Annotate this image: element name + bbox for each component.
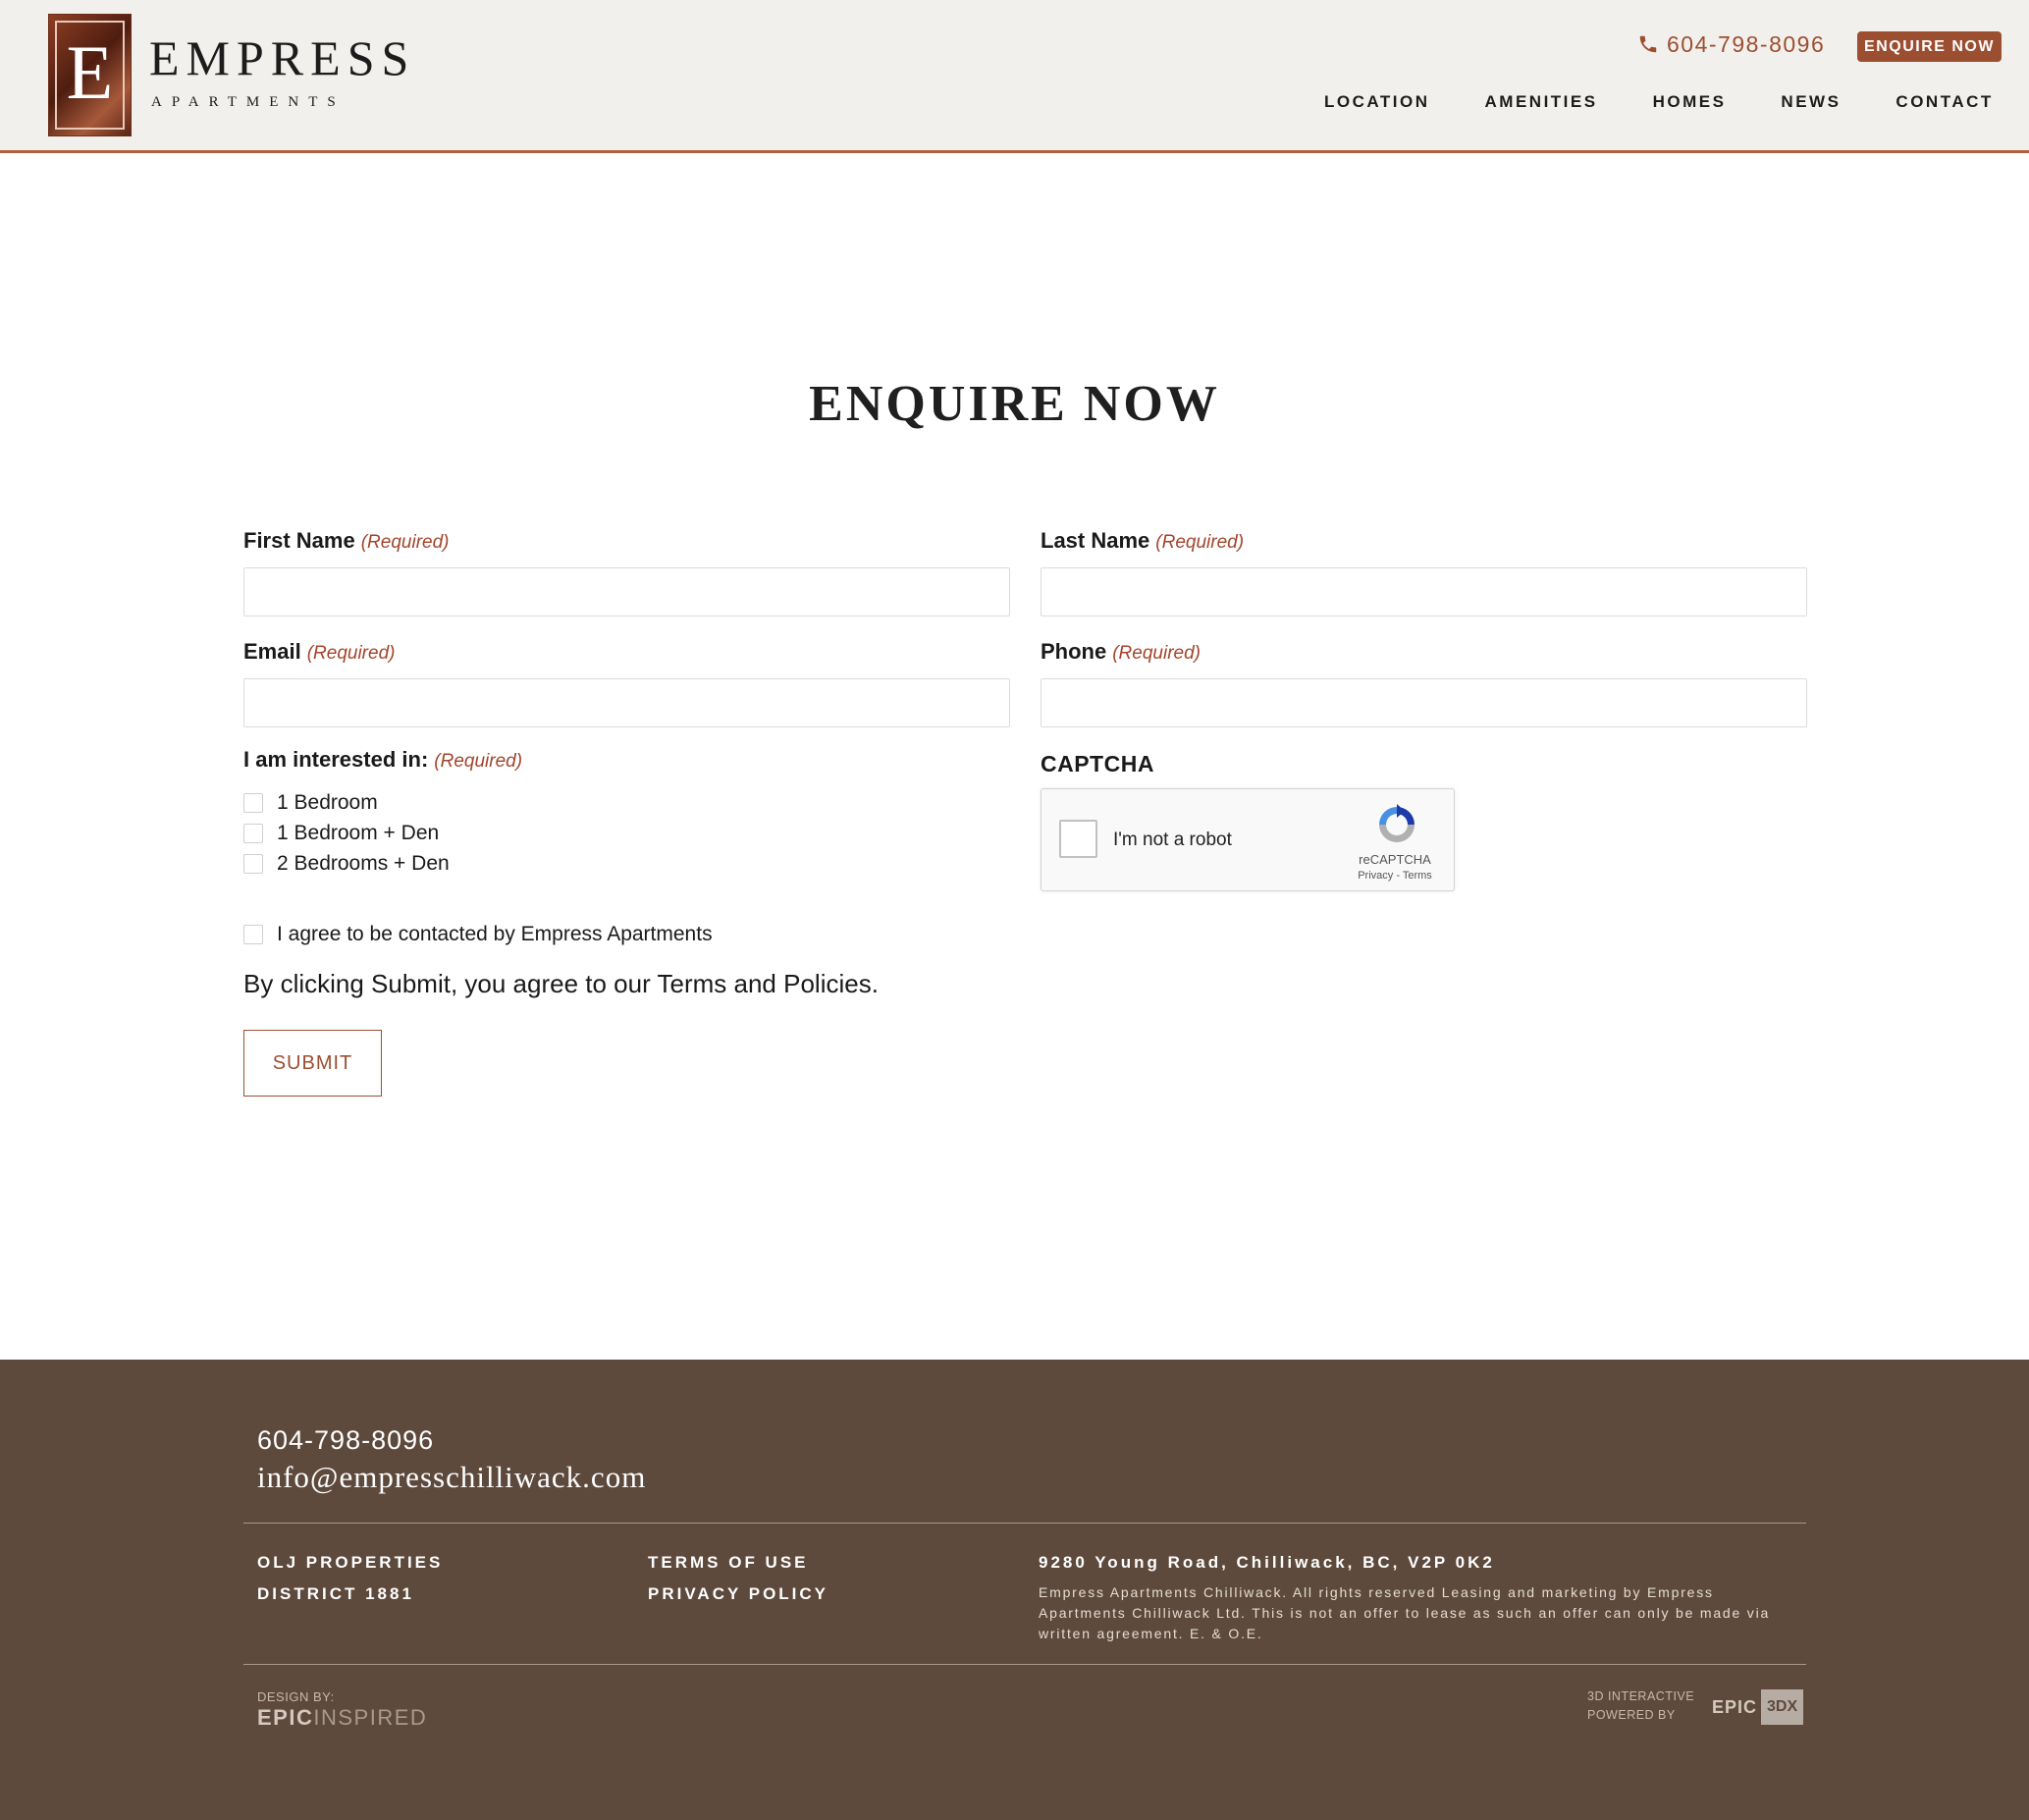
epic3dx-text: EPIC: [1712, 1696, 1758, 1717]
phone-label-text: Phone: [1041, 639, 1107, 664]
required-marker: (Required): [1155, 532, 1245, 553]
footer-link-olj-properties[interactable]: OLJ PROPERTIES: [257, 1553, 443, 1573]
interest-option-label: 1 Bedroom + Den: [277, 822, 440, 844]
logo-mark[interactable]: E: [49, 15, 131, 135]
footer-link-terms-of-use[interactable]: TERMS OF USE: [648, 1553, 809, 1573]
brand-name[interactable]: EMPRESS: [149, 33, 415, 82]
powered-line-2: POWERED BY: [1587, 1708, 1676, 1722]
epic3dx-logo[interactable]: EPIC 3DX: [1712, 1687, 1804, 1727]
site-header: E EMPRESS APARTMENTS 604-798-8096 ENQUIR…: [0, 0, 2029, 153]
nav-news[interactable]: NEWS: [1781, 92, 1841, 112]
enquire-now-button[interactable]: ENQUIRE NOW: [1857, 31, 2002, 62]
interest-option-label: 2 Bedrooms + Den: [277, 852, 450, 875]
recaptcha-widget: I'm not a robot reCAPTCHA Privacy - Term…: [1041, 788, 1455, 891]
powered-by-text: 3D INTERACTIVE POWERED BY: [1587, 1687, 1694, 1725]
email-input[interactable]: [243, 678, 1010, 727]
first-name-label: First Name (Required): [243, 528, 449, 554]
epic3dx-badge: 3DX: [1761, 1689, 1804, 1725]
footer-divider: [243, 1523, 1806, 1524]
checkbox[interactable]: [243, 854, 263, 874]
interest-option-label: 1 Bedroom: [277, 791, 378, 814]
first-name-input[interactable]: [243, 567, 1010, 616]
footer-legal-text: Empress Apartments Chilliwack. All right…: [1039, 1584, 1771, 1641]
email-label: Email (Required): [243, 639, 395, 665]
required-marker: (Required): [1112, 643, 1201, 664]
captcha-label: CAPTCHA: [1041, 751, 1154, 776]
footer-email-link[interactable]: info@empresschilliwack.com: [257, 1460, 646, 1495]
last-name-input[interactable]: [1041, 567, 1807, 616]
checkbox[interactable]: [243, 793, 263, 813]
checkbox[interactable]: [243, 824, 263, 843]
email-label-text: Email: [243, 639, 301, 664]
recaptcha-logo-icon: [1379, 804, 1415, 842]
phone-input[interactable]: [1041, 678, 1807, 727]
phone-icon: [1639, 35, 1657, 53]
phone-label: Phone (Required): [1041, 639, 1201, 665]
nav-location[interactable]: LOCATION: [1324, 92, 1430, 112]
nav-amenities[interactable]: AMENITIES: [1485, 92, 1598, 112]
footer-link-district-1881[interactable]: DISTRICT 1881: [257, 1584, 414, 1604]
agree-terms-text: By clicking Submit, you agree to our Ter…: [243, 969, 879, 998]
interest-label: I am interested in: (Required): [243, 747, 522, 773]
main-nav: LOCATION AMENITIES HOMES NEWS CONTACT: [1324, 92, 1994, 112]
required-marker: (Required): [434, 751, 523, 772]
brand-subtitle: APARTMENTS: [151, 94, 346, 110]
design-by-label: DESIGN BY:: [257, 1689, 335, 1704]
nav-homes[interactable]: HOMES: [1653, 92, 1727, 112]
recaptcha-checkbox[interactable]: [1059, 820, 1097, 858]
footer-address: 9280 Young Road, Chilliwack, BC, V2P 0K2: [1039, 1553, 1495, 1572]
consent-checkbox-row[interactable]: I agree to be contacted by Empress Apart…: [243, 923, 713, 946]
epic-inspired-light: INSPIRED: [313, 1705, 428, 1730]
powered-line-1: 3D INTERACTIVE: [1587, 1689, 1695, 1703]
epic-inspired-logo[interactable]: EPICINSPIRED: [257, 1705, 427, 1731]
last-name-label: Last Name (Required): [1041, 528, 1244, 554]
interest-label-text: I am interested in:: [243, 747, 429, 772]
header-phone-number: 604-798-8096: [1667, 30, 1826, 57]
submit-button[interactable]: SUBMIT: [243, 1030, 382, 1097]
checkbox[interactable]: [243, 925, 263, 944]
consent-label: I agree to be contacted by Empress Apart…: [277, 923, 713, 945]
first-name-label-text: First Name: [243, 528, 355, 553]
interest-option-2-bedrooms-den[interactable]: 2 Bedrooms + Den: [243, 852, 450, 876]
site-footer: 604-798-8096 info@empresschilliwack.com …: [0, 1360, 2029, 1820]
interest-option-1-bedroom[interactable]: 1 Bedroom: [243, 791, 378, 815]
footer-phone-link[interactable]: 604-798-8096: [257, 1425, 434, 1456]
recaptcha-text: I'm not a robot: [1113, 830, 1232, 850]
required-marker: (Required): [306, 643, 396, 664]
recaptcha-brand: reCAPTCHA: [1359, 852, 1431, 867]
epic-inspired-bold: EPIC: [257, 1705, 314, 1730]
nav-contact[interactable]: CONTACT: [1896, 92, 1993, 112]
page-title: ENQUIRE NOW: [809, 376, 1220, 432]
footer-divider: [243, 1664, 1806, 1665]
header-phone-link[interactable]: 604-798-8096: [1637, 29, 1825, 59]
last-name-label-text: Last Name: [1041, 528, 1150, 553]
footer-link-privacy-policy[interactable]: PRIVACY POLICY: [648, 1584, 828, 1604]
interest-option-1-bedroom-den[interactable]: 1 Bedroom + Den: [243, 822, 439, 845]
logo-letter: E: [66, 29, 114, 115]
recaptcha-privacy-terms[interactable]: Privacy - Terms: [1336, 870, 1454, 882]
required-marker: (Required): [360, 532, 450, 553]
